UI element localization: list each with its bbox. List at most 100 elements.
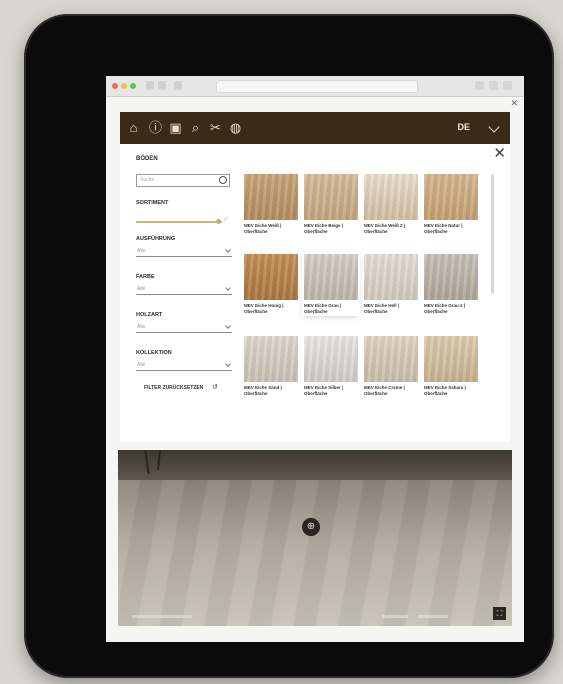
swatch-image — [244, 254, 298, 300]
filter-ausfuehrung[interactable]: AUSFÜHRUNG Alle — [136, 236, 232, 257]
filter-label: AUSFÜHRUNG — [136, 236, 176, 242]
search-icon[interactable]: ⌕ — [188, 120, 203, 135]
share-icon[interactable] — [475, 81, 484, 90]
swatch-image — [244, 174, 298, 220]
preview-floor — [118, 480, 512, 626]
calendar-icon[interactable]: ▣ — [168, 120, 183, 135]
overlay-close-icon[interactable]: ✕ — [510, 98, 518, 109]
swatch-caption: MEV Eiche Grau | Oberfläche — [304, 303, 342, 314]
filter-sidebar: BÖDEN Suche SORTIMENT ⟋ AUSFÜHRUNG Alle … — [130, 144, 242, 442]
close-icon[interactable]: ✕ — [493, 146, 506, 161]
swatch-tile[interactable]: MEV Eiche Natur | Oberfläche — [424, 174, 478, 234]
tablet-screen: ✕ ⌂ ⓘ ▣ ⌕ ✂ ◍ DE ✕ BÖDEN Suche SORTIMENT — [106, 76, 524, 642]
filter-label: KOLLEKTION — [136, 350, 172, 356]
filter-select[interactable]: Alle — [136, 360, 232, 371]
chevron-down-icon — [225, 285, 231, 291]
swatch-tile[interactable]: MEV Eiche Grau 2 | Oberfläche — [424, 254, 478, 314]
fullscreen-icon[interactable]: ⛶ — [493, 607, 506, 620]
filter-kollektion[interactable]: KOLLEKTION Alle — [136, 350, 232, 371]
range-fill — [136, 221, 222, 223]
swatch-tile[interactable]: MEV Eiche Weiß | Oberfläche — [244, 174, 298, 234]
app-toolbar: ⌂ ⓘ ▣ ⌕ ✂ ◍ DE — [120, 112, 510, 144]
zoom-icon[interactable]: ⊕ — [302, 518, 320, 536]
minimize-window-dot[interactable] — [121, 83, 127, 89]
swatch-image — [424, 174, 478, 220]
filter-select[interactable]: Alle — [136, 322, 232, 333]
tablet-frame: ✕ ⌂ ⓘ ▣ ⌕ ✂ ◍ DE ✕ BÖDEN Suche SORTIMENT — [24, 14, 554, 678]
swatch-tile[interactable]: MEV Eiche Honig | Oberfläche — [244, 254, 298, 314]
language-selector[interactable]: DE — [457, 122, 470, 132]
address-bar[interactable] — [216, 80, 418, 93]
sidebar-title: BÖDEN — [136, 156, 158, 162]
swatch-tile[interactable]: MEV Eiche Sand | Oberfläche — [244, 336, 298, 396]
forward-icon[interactable] — [158, 81, 166, 90]
home-icon[interactable]: ⌂ — [126, 120, 141, 135]
tools-icon[interactable]: ✂ — [208, 120, 223, 135]
filter-farbe[interactable]: FARBE Alle — [136, 274, 232, 295]
tabs-icon[interactable] — [489, 81, 498, 90]
maximize-window-dot[interactable] — [130, 83, 136, 89]
swatch-caption: MEV Eiche Weiß | Oberfläche — [244, 223, 282, 234]
close-window-dot[interactable] — [112, 83, 118, 89]
swatch-tile[interactable]: MEV Eiche Creme | Oberfläche — [364, 336, 418, 396]
chevron-down-icon — [225, 247, 231, 253]
swatch-image — [304, 174, 358, 220]
preview-caption — [132, 615, 192, 618]
floor-selection-panel: ✕ BÖDEN Suche SORTIMENT ⟋ AUSFÜHRUNG All… — [120, 144, 510, 495]
preview-link[interactable] — [382, 615, 408, 618]
swatch-tile[interactable]: MEV Eiche Sahara | Oberfläche — [424, 336, 478, 396]
filter-sortiment[interactable]: SORTIMENT ⟋ — [136, 200, 232, 224]
grid-scrollbar[interactable] — [491, 174, 494, 294]
swatch-image — [364, 174, 418, 220]
chevron-down-icon[interactable] — [488, 121, 500, 133]
swatch-caption: MEV Eiche Sand | Oberfläche — [244, 385, 282, 396]
info-icon[interactable]: ⓘ — [148, 120, 163, 135]
swatch-image — [304, 336, 358, 382]
swatch-caption: MEV Eiche Silber | Oberfläche — [304, 385, 344, 396]
swatch-caption: MEV Eiche Sahara | Oberfläche — [424, 385, 466, 396]
sidebar-icon[interactable] — [174, 81, 182, 90]
range-handle[interactable] — [216, 219, 221, 224]
search-input[interactable]: Suche — [136, 174, 230, 187]
reset-icon[interactable]: ↺ — [212, 383, 218, 391]
swatch-image — [364, 254, 418, 300]
room-preview[interactable]: ⊕ ⛶ — [118, 450, 512, 626]
filter-holzart[interactable]: HOLZART Alle — [136, 312, 232, 333]
globe-icon[interactable]: ◍ — [228, 120, 243, 135]
swatch-image — [424, 336, 478, 382]
filter-value: Alle — [137, 248, 146, 254]
filter-select[interactable]: Alle — [136, 284, 232, 295]
swatch-image — [244, 336, 298, 382]
add-tab-icon[interactable] — [503, 81, 512, 90]
browser-toolbar — [106, 76, 524, 97]
filter-label: HOLZART — [136, 312, 163, 318]
swatch-tile[interactable]: MEV Eiche Silber | Oberfläche — [304, 336, 358, 396]
chevron-down-icon — [225, 361, 231, 367]
back-icon[interactable] — [146, 81, 154, 90]
filter-select[interactable]: Alle — [136, 246, 232, 257]
swatch-tile[interactable]: MEV Eiche Hell | Oberfläche — [364, 254, 418, 314]
filter-value: Alle — [137, 286, 146, 292]
range-arrow-icon[interactable]: ⟋ — [224, 217, 228, 224]
swatch-caption: MEV Eiche Natur | Oberfläche — [424, 223, 463, 234]
swatch-tile[interactable]: MEV Eiche Grau | Oberfläche — [304, 254, 358, 314]
swatch-caption: MEV Eiche Creme | Oberfläche — [364, 385, 405, 396]
swatch-image — [364, 336, 418, 382]
swatch-image — [304, 254, 358, 300]
swatch-tile[interactable]: MEV Eiche Weiß 2 | Oberfläche — [364, 174, 418, 234]
preview-link[interactable] — [418, 615, 448, 618]
swatch-tile[interactable]: MEV Eiche Beige | Oberfläche — [304, 174, 358, 234]
filter-label: FARBE — [136, 274, 155, 280]
search-icon[interactable] — [219, 176, 227, 184]
filter-value: Alle — [137, 362, 146, 368]
swatch-caption: MEV Eiche Weiß 2 | Oberfläche — [364, 223, 406, 234]
search-placeholder: Suche — [140, 177, 155, 183]
swatch-caption: MEV Eiche Honig | Oberfläche — [244, 303, 284, 314]
preview-wall — [118, 450, 512, 484]
swatch-caption: MEV Eiche Grau 2 | Oberfläche — [424, 303, 466, 314]
chevron-down-icon — [225, 323, 231, 329]
filter-value: Alle — [137, 324, 146, 330]
swatch-caption: MEV Eiche Hell | Oberfläche — [364, 303, 400, 314]
reset-filters-button[interactable]: FILTER ZURÜCKSETZEN — [144, 385, 203, 391]
range-slider[interactable] — [136, 219, 222, 224]
